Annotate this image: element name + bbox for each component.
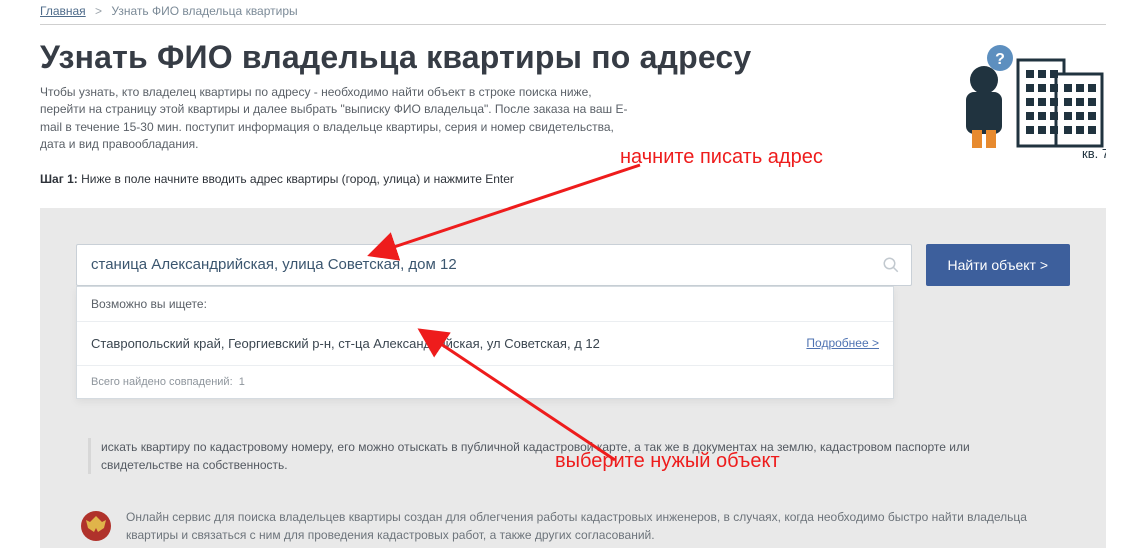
breadcrumb-current: Узнать ФИО владельца квартиры: [111, 4, 297, 18]
service-description-text: Онлайн сервис для поиска владельцев квар…: [126, 508, 1066, 544]
suggestion-row[interactable]: Ставропольский край, Георгиевский р-н, с…: [77, 322, 893, 366]
breadcrumb: Главная > Узнать ФИО владельца квартиры: [40, 0, 1106, 25]
suggestions-footer: Всего найдено совпадений: 1: [77, 366, 893, 398]
breadcrumb-home-link[interactable]: Главная: [40, 4, 86, 18]
find-object-button[interactable]: Найти объект >: [926, 244, 1070, 286]
address-input[interactable]: [76, 244, 912, 286]
eagle-icon: [80, 510, 112, 542]
suggestion-text: Ставропольский край, Георгиевский р-н, с…: [91, 336, 600, 351]
step-text: Ниже в поле начните вводить адрес кварти…: [81, 172, 514, 186]
apt-label: кв. 72: [1082, 146, 1106, 160]
suggestion-more-link[interactable]: Подробнее >: [806, 336, 879, 350]
search-panel: Найти объект > Возможно вы ищете: Ставро…: [40, 208, 1106, 548]
suggestions-header: Возможно вы ищете:: [77, 287, 893, 322]
step-1: Шаг 1: Ниже в поле начните вводить адрес…: [40, 172, 1106, 186]
step-label: Шаг 1:: [40, 172, 78, 186]
breadcrumb-sep: >: [89, 4, 108, 18]
svg-text:?: ?: [995, 51, 1005, 68]
hint-text: искать квартиру по кадастровому номеру, …: [88, 438, 1058, 474]
suggestions-dropdown: Возможно вы ищете: Ставропольский край, …: [76, 286, 894, 399]
intro-text: Чтобы узнать, кто владелец квартиры по а…: [40, 84, 640, 154]
service-description: Онлайн сервис для поиска владельцев квар…: [76, 486, 1070, 544]
illustration: ? кв. 72: [906, 40, 1106, 160]
search-icon: [882, 256, 900, 274]
